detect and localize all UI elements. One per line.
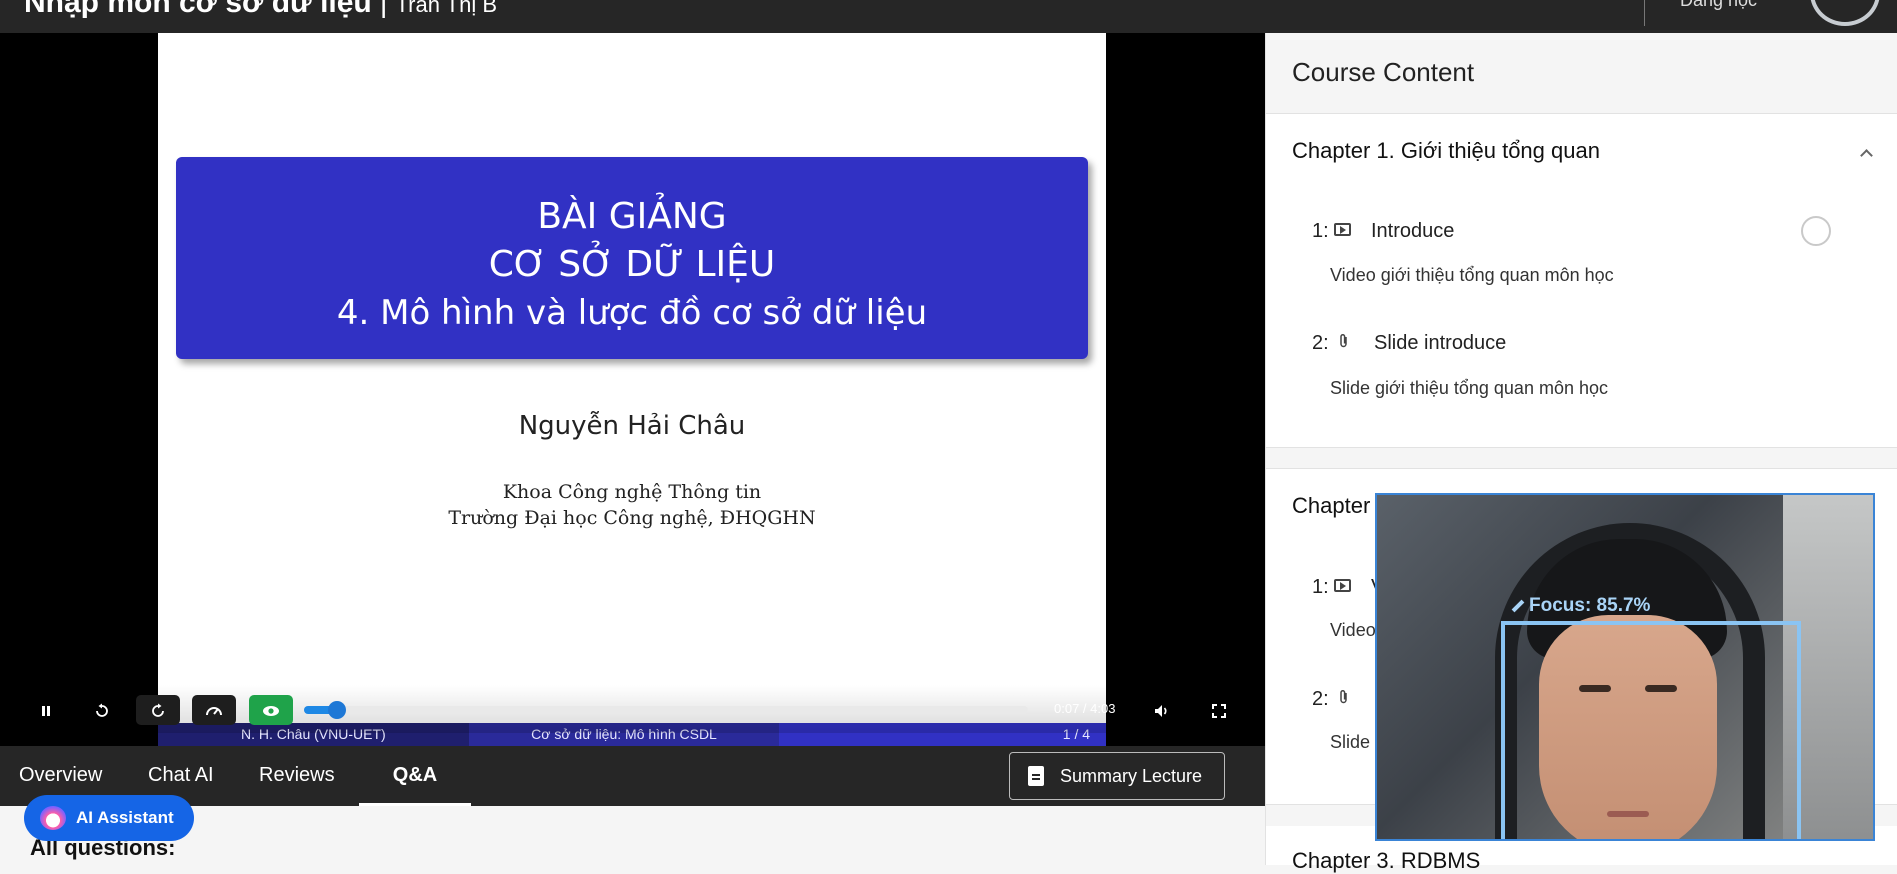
- webcam-focus-overlay[interactable]: Focus: 85.7%: [1375, 493, 1875, 841]
- lesson-title-introduce[interactable]: Introduce: [1371, 220, 1454, 243]
- face-detection-box: [1501, 621, 1801, 839]
- forward-10-icon: [152, 703, 164, 718]
- teacher-name: Trần Thị B: [395, 0, 498, 17]
- chapter-divider: [1266, 447, 1897, 469]
- progress-text: Đang học: [1680, 0, 1758, 10]
- top-header: Nhập môn cơ sở dữ liệu | Trần Thị B Đang h…: [0, 0, 1897, 33]
- pause-button[interactable]: [24, 695, 68, 725]
- rewind-button[interactable]: [80, 695, 124, 725]
- lesson-description: Video: [1330, 620, 1376, 640]
- lesson-number: 1:: [1312, 576, 1329, 598]
- lesson-number: 1:: [1312, 220, 1329, 242]
- course-content-title: Course Content: [1292, 57, 1475, 87]
- slide-title-line1: BÀI GIẢNG: [537, 196, 727, 237]
- course-title: Nhập môn cơ sở dữ liệu: [24, 0, 372, 19]
- progress-ring-icon[interactable]: [1810, 0, 1880, 26]
- chevron-up-icon[interactable]: [1860, 149, 1873, 162]
- focus-score-label: Focus: 85.7%: [1511, 595, 1650, 617]
- paperclip-icon: [1338, 333, 1350, 354]
- slide-author: Nguyễn Hải Châu: [518, 411, 746, 441]
- volume-icon: [1155, 705, 1167, 718]
- lesson-progress-icon: [1801, 216, 1831, 246]
- lesson-number: 2:: [1312, 332, 1329, 354]
- speedometer-icon: [206, 707, 222, 716]
- title-separator: |: [379, 0, 388, 19]
- ai-assistant-icon: [40, 806, 66, 830]
- slide-title-banner: BÀI GIẢNG CƠ SỞ DỮ LIỆU 4. Mô hình và lư…: [176, 157, 1088, 359]
- lesson-description: Slide giới thiệu tổng quan môn học: [1330, 378, 1608, 398]
- video-icon: [1334, 579, 1351, 597]
- summary-lecture-label: Summary Lecture: [1060, 766, 1203, 786]
- pause-icon: [42, 706, 50, 717]
- lesson-description: Slide: [1330, 732, 1371, 752]
- course-content-header: Course Content: [1266, 33, 1897, 114]
- time-display: 0:07 / 4:03: [1054, 701, 1116, 716]
- tab-reviews[interactable]: Reviews: [259, 746, 335, 806]
- course-title-bar: Nhập môn cơ sở dữ liệu | Trần Thị B: [24, 0, 497, 20]
- chapter-1-title[interactable]: Chapter 1. Giới thiệu tổng quan: [1292, 138, 1600, 164]
- pencil-icon: [1511, 599, 1525, 613]
- seek-bar[interactable]: [304, 701, 1028, 719]
- focus-tracking-button[interactable]: [249, 695, 293, 725]
- forward-button[interactable]: [136, 695, 180, 725]
- lecture-slide: BÀI GIẢNG CƠ SỞ DỮ LIỆU 4. Mô hình và lư…: [158, 33, 1106, 746]
- volume-button[interactable]: [1140, 695, 1184, 725]
- lesson-tabs: Overview Chat AI Reviews Q&A Summary Lec…: [0, 746, 1265, 806]
- ai-assistant-label: AI Assistant: [76, 808, 174, 827]
- fullscreen-button[interactable]: [1197, 695, 1241, 725]
- paperclip-icon: [1338, 689, 1350, 710]
- header-divider: [1644, 0, 1645, 26]
- eye-icon: [263, 706, 279, 717]
- lesson-number: 2:: [1312, 688, 1329, 710]
- rewind-10-icon: [96, 703, 108, 718]
- chapter-2-title[interactable]: Chapter: [1292, 493, 1370, 519]
- tab-qa[interactable]: Q&A: [359, 746, 471, 806]
- video-player[interactable]: BÀI GIẢNG CƠ SỞ DỮ LIỆU 4. Mô hình và lư…: [0, 33, 1265, 746]
- video-icon: [1334, 223, 1351, 241]
- ai-assistant-button[interactable]: AI Assistant: [24, 795, 194, 841]
- seek-bar-handle[interactable]: [327, 701, 346, 719]
- lesson-title-slide-introduce[interactable]: Slide introduce: [1374, 332, 1506, 355]
- slide-institution-1: Khoa Công nghệ Thông tin: [502, 481, 762, 503]
- speed-button[interactable]: [192, 695, 236, 725]
- document-icon: [1028, 766, 1044, 786]
- focus-score-text: Focus: 85.7%: [1529, 595, 1651, 616]
- fullscreen-icon: [1212, 704, 1226, 719]
- lesson-description: Video giới thiệu tổng quan môn học: [1330, 265, 1614, 285]
- summary-lecture-button[interactable]: Summary Lecture: [1009, 752, 1225, 800]
- player-controls: 0:07 / 4:03: [0, 685, 1265, 733]
- slide-institution-2: Trường Đại học Công nghệ, ĐHQGHN: [448, 507, 816, 529]
- slide-title-line2: CƠ SỞ DỮ LIỆU: [488, 244, 776, 285]
- chapter-3-title[interactable]: Chapter 3. RDBMS: [1292, 848, 1480, 874]
- slide-title-line3: 4. Mô hình và lược đồ cơ sở dữ liệu: [336, 293, 928, 333]
